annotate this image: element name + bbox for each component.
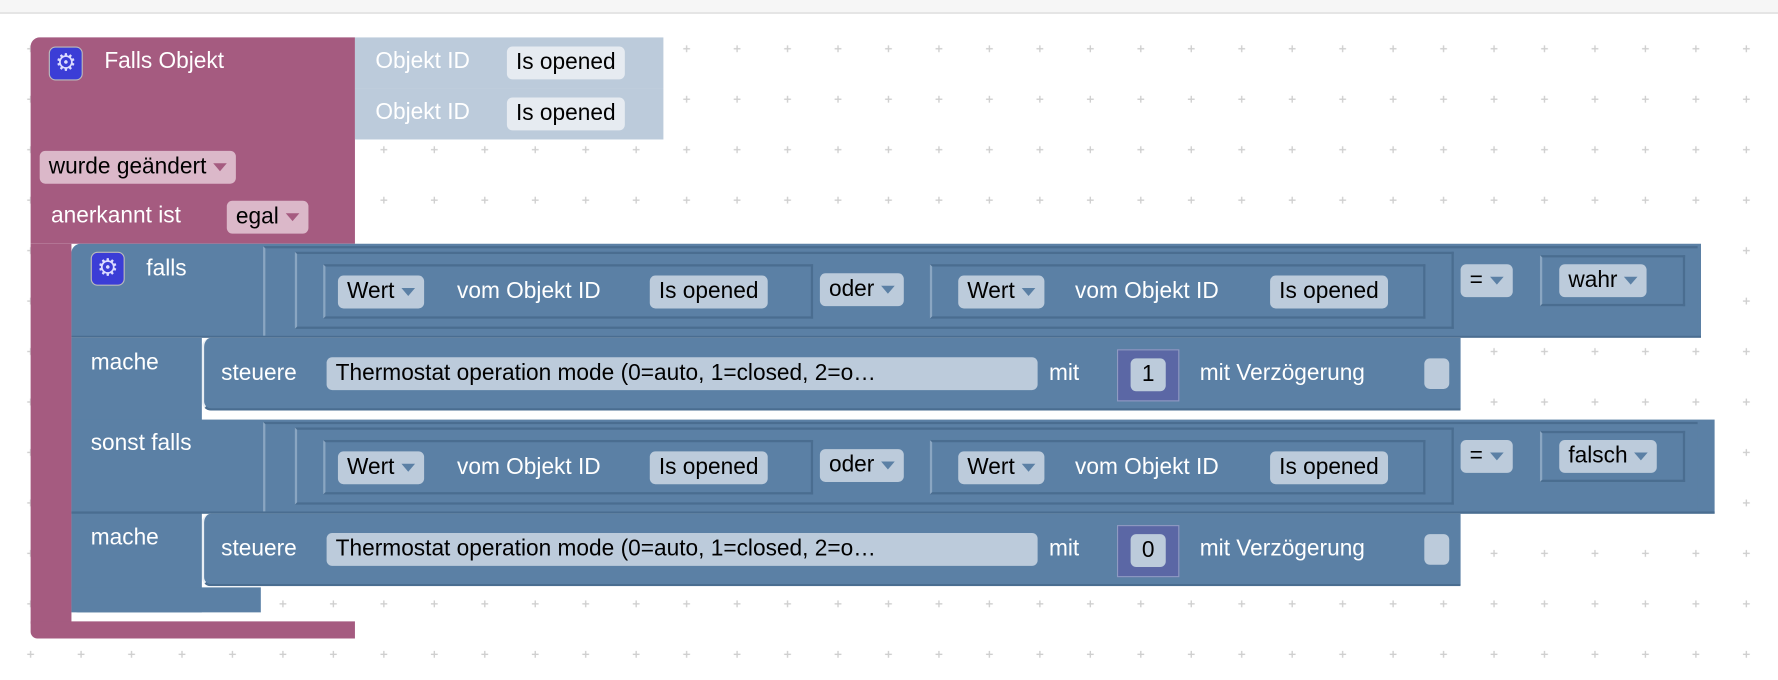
blockly-workspace[interactable]: ⚙ Falls Objekt Objekt ID Is opened Objek… xyxy=(0,0,1778,680)
gear-icon[interactable]: ⚙ xyxy=(90,251,125,286)
chevron-down-icon xyxy=(401,464,415,472)
trigger-title: Falls Objekt xyxy=(104,48,225,74)
object-id-label: Objekt ID xyxy=(375,99,470,125)
if-label: falls xyxy=(146,256,187,282)
object-field[interactable]: Is opened xyxy=(1270,451,1388,485)
boolean-dropdown[interactable]: falsch xyxy=(1559,439,1658,473)
mode-value: Wert xyxy=(347,454,395,480)
boolean-value: wahr xyxy=(1568,267,1618,293)
object-label: vom Objekt ID xyxy=(457,454,601,480)
delay-checkbox[interactable] xyxy=(1424,534,1450,565)
object-label: vom Objekt ID xyxy=(1075,278,1219,304)
chevron-down-icon xyxy=(1624,276,1638,285)
delay-checkbox[interactable] xyxy=(1424,358,1450,389)
ack-label: anerkannt ist xyxy=(51,202,181,228)
mode-value: Wert xyxy=(967,278,1015,304)
object-id-field[interactable]: Is opened xyxy=(506,46,625,80)
object-label: vom Objekt ID xyxy=(457,278,601,304)
chevron-down-icon xyxy=(881,286,895,294)
trigger-block-spine xyxy=(30,243,72,624)
ack-dropdown[interactable]: egal xyxy=(226,200,309,234)
object-id-field[interactable]: Is opened xyxy=(506,97,625,131)
if-footer xyxy=(71,587,261,613)
operator-dropdown[interactable]: oder xyxy=(819,273,904,307)
do-label: mache xyxy=(90,525,159,550)
object-field[interactable]: Is opened xyxy=(649,451,768,485)
object-id-block[interactable]: Objekt ID Is opened xyxy=(354,88,664,140)
chevron-down-icon xyxy=(881,461,895,470)
chevron-down-icon xyxy=(1021,464,1036,472)
object-id-block[interactable]: Objekt ID Is opened xyxy=(354,37,664,89)
chevron-down-icon xyxy=(213,163,227,172)
number-field[interactable]: 1 xyxy=(1130,358,1166,392)
object-field[interactable]: Is opened xyxy=(1270,275,1388,309)
trigger-block-footer xyxy=(30,621,355,639)
toolbar-strip xyxy=(0,0,1778,14)
mode-dropdown[interactable]: Wert xyxy=(337,451,424,485)
mode-value: Wert xyxy=(347,278,395,304)
chevron-down-icon xyxy=(1489,276,1504,285)
compare-value: = xyxy=(1469,267,1483,293)
condition-dropdown[interactable]: wurde geändert xyxy=(39,150,236,184)
mode-dropdown[interactable]: Wert xyxy=(958,451,1045,485)
boolean-value: falsch xyxy=(1568,443,1628,469)
chevron-down-icon xyxy=(285,213,300,222)
operator-value: oder xyxy=(828,452,875,478)
chevron-down-icon xyxy=(1489,452,1504,461)
ack-value: egal xyxy=(235,204,279,230)
control-label: steuere xyxy=(221,536,297,562)
object-field[interactable]: Is opened xyxy=(649,275,768,309)
mode-value: Wert xyxy=(967,454,1015,480)
object-label: vom Objekt ID xyxy=(1075,454,1219,480)
with-label: mit xyxy=(1048,360,1080,386)
compare-dropdown[interactable]: = xyxy=(1460,264,1513,298)
control-target-field[interactable]: Thermostat operation mode (0=auto, 1=clo… xyxy=(326,532,1038,566)
control-target-field[interactable]: Thermostat operation mode (0=auto, 1=clo… xyxy=(326,357,1038,391)
gear-icon[interactable]: ⚙ xyxy=(48,46,83,81)
mode-dropdown[interactable]: Wert xyxy=(337,275,424,309)
delay-label: mit Verzögerung xyxy=(1199,536,1365,562)
operator-value: oder xyxy=(828,276,875,302)
delay-label: mit Verzögerung xyxy=(1199,360,1365,386)
object-id-label: Objekt ID xyxy=(375,48,470,74)
elseif-label: sonst falls xyxy=(90,430,192,456)
chevron-down-icon xyxy=(401,288,415,297)
do-label: mache xyxy=(90,350,159,376)
compare-value: = xyxy=(1469,443,1483,469)
compare-dropdown[interactable]: = xyxy=(1460,439,1513,473)
operator-dropdown[interactable]: oder xyxy=(819,449,904,482)
with-label: mit xyxy=(1048,536,1080,562)
number-field[interactable]: 0 xyxy=(1130,534,1166,567)
chevron-down-icon xyxy=(1021,288,1036,297)
control-label: steuere xyxy=(221,360,297,386)
boolean-dropdown[interactable]: wahr xyxy=(1559,264,1647,298)
mode-dropdown[interactable]: Wert xyxy=(958,275,1045,309)
chevron-down-icon xyxy=(1634,452,1648,461)
condition-value: wurde geändert xyxy=(48,154,207,180)
